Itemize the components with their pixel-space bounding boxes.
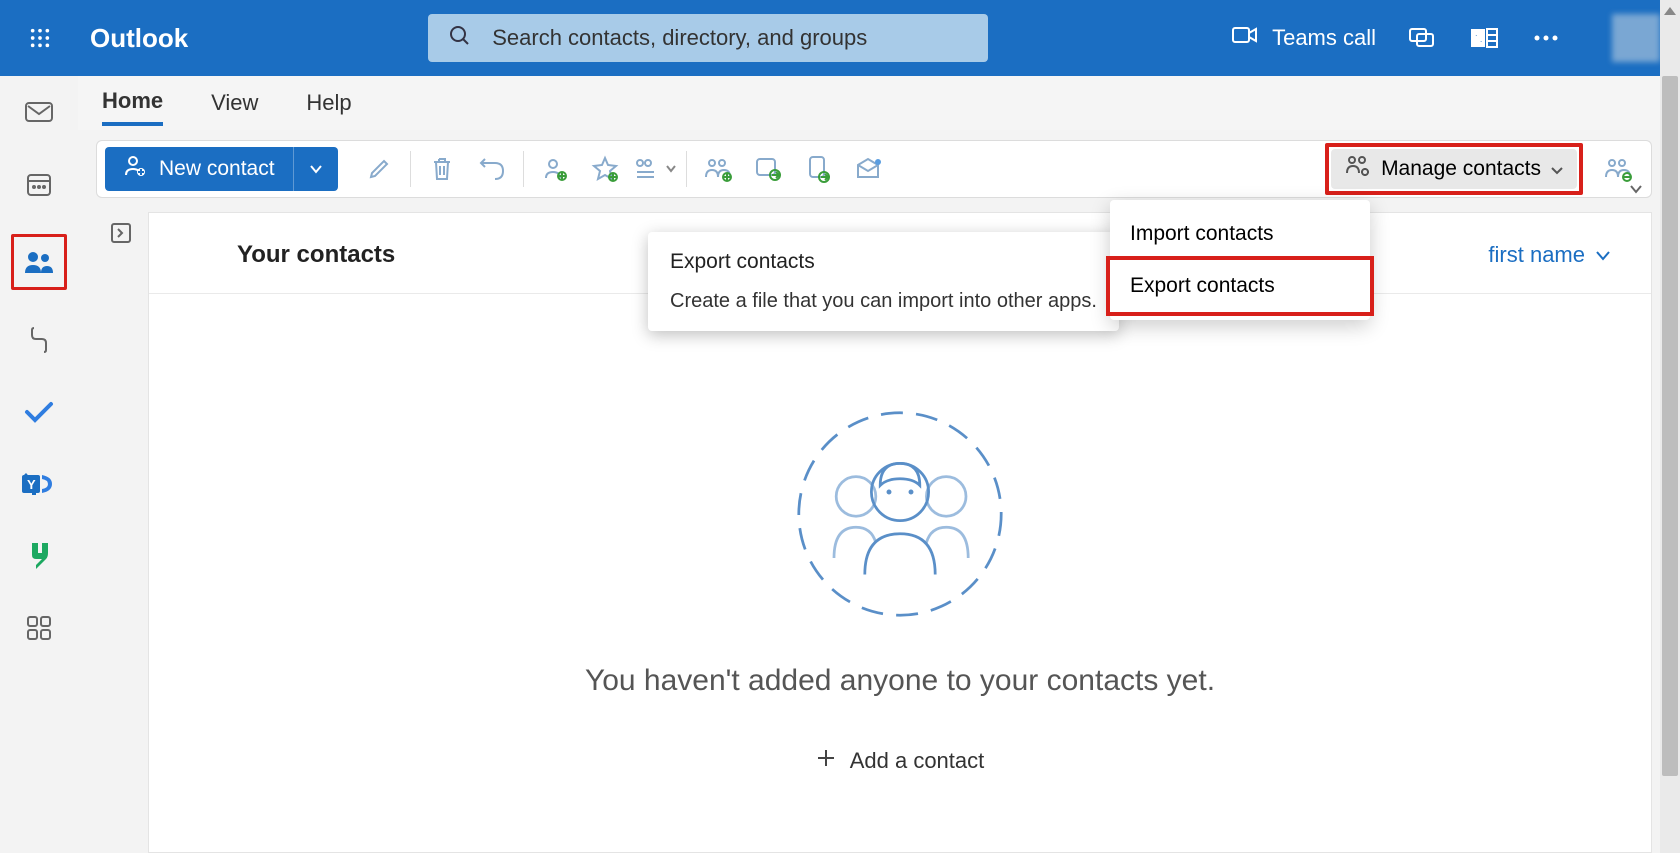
add-group-icon[interactable]	[693, 147, 743, 191]
manage-contacts-button[interactable]: Manage contacts	[1331, 149, 1577, 189]
manage-contacts-icon	[1345, 155, 1371, 183]
scrollbar-thumb[interactable]	[1662, 76, 1678, 776]
search-box[interactable]	[428, 14, 988, 62]
export-contacts-item[interactable]: Export contacts	[1106, 256, 1374, 316]
ribbon-tabs: Home View Help	[78, 76, 1680, 130]
send-to-icon[interactable]	[793, 147, 843, 191]
header-right: Teams call N	[1232, 14, 1660, 62]
more-apps-icon[interactable]	[17, 606, 61, 650]
search-icon	[448, 24, 472, 53]
manage-contacts-label: Manage contacts	[1381, 157, 1541, 181]
svg-text:Y: Y	[27, 477, 36, 492]
chevron-down-icon	[1595, 242, 1611, 268]
add-to-list-icon[interactable]	[630, 147, 680, 191]
empty-state: You haven't added anyone to your contact…	[149, 294, 1651, 774]
files-icon[interactable]	[17, 318, 61, 362]
separator	[523, 151, 524, 187]
sort-by-button[interactable]: first name	[1488, 242, 1611, 268]
sort-by-label: first name	[1488, 242, 1585, 268]
tooltip-desc: Create a file that you can import into o…	[670, 290, 1097, 313]
delete-icon[interactable]	[417, 147, 467, 191]
toolbar: New contact Manage contacts	[96, 140, 1652, 198]
person-add-icon	[123, 154, 147, 184]
share-icon[interactable]	[743, 147, 793, 191]
plus-icon	[816, 748, 836, 774]
chevron-down-icon	[1551, 157, 1563, 181]
more-icon[interactable]	[1530, 22, 1562, 54]
chat-icon[interactable]	[1406, 22, 1438, 54]
content-title: Your contacts	[237, 241, 395, 269]
import-contacts-item[interactable]: Import contacts	[1110, 208, 1370, 260]
add-contact-label: Add a contact	[850, 748, 985, 774]
calendar-icon[interactable]	[17, 162, 61, 206]
add-contact-link[interactable]: Add a contact	[816, 748, 985, 774]
teams-call-label: Teams call	[1272, 25, 1376, 51]
manage-contacts-highlight: Manage contacts	[1325, 143, 1583, 195]
add-favorite-icon[interactable]	[580, 147, 630, 191]
empty-text: You haven't added anyone to your contact…	[585, 664, 1215, 698]
yammer-icon[interactable]: Y	[17, 462, 61, 506]
new-contact-dropdown[interactable]	[294, 147, 338, 191]
tab-home[interactable]: Home	[102, 80, 163, 126]
collapse-pane-icon[interactable]	[106, 218, 136, 248]
manage-contacts-dropdown: Import contacts Export contacts	[1110, 200, 1370, 320]
tooltip-title: Export contacts	[670, 250, 1097, 274]
brand-label: Outlook	[90, 23, 188, 54]
svg-text:N: N	[1474, 31, 1483, 46]
new-contact-main[interactable]: New contact	[105, 147, 294, 191]
new-contact-button: New contact	[105, 147, 338, 191]
app-launcher-icon[interactable]	[20, 18, 60, 58]
onenote-icon[interactable]: N	[1468, 22, 1500, 54]
undo-icon[interactable]	[467, 147, 517, 191]
add-to-contacts-icon[interactable]	[530, 147, 580, 191]
scroll-up-icon[interactable]	[1662, 4, 1678, 20]
new-contact-label: New contact	[159, 157, 275, 181]
video-icon	[1232, 25, 1258, 51]
separator	[686, 151, 687, 187]
avatar[interactable]	[1612, 14, 1660, 62]
header-bar: Outlook Teams call N	[0, 0, 1680, 76]
mail-action-icon[interactable]	[843, 147, 893, 191]
tab-view[interactable]: View	[211, 82, 258, 124]
export-tooltip: Export contacts Create a file that you c…	[648, 232, 1119, 331]
edit-icon[interactable]	[354, 147, 404, 191]
teams-call-button[interactable]: Teams call	[1232, 25, 1376, 51]
left-rail: Y	[0, 76, 78, 853]
separator	[410, 151, 411, 187]
empty-illustration-icon	[790, 404, 1010, 624]
mail-icon[interactable]	[17, 90, 61, 134]
todo-icon[interactable]	[17, 390, 61, 434]
people-icon[interactable]	[11, 234, 67, 290]
search-input[interactable]	[492, 25, 968, 51]
expand-ribbon-icon[interactable]	[1629, 181, 1643, 199]
bookings-icon[interactable]	[17, 534, 61, 578]
tab-help[interactable]: Help	[306, 82, 351, 124]
